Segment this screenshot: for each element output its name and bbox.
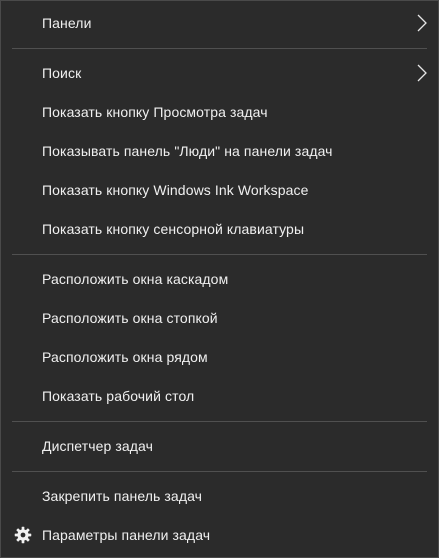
menu-item-label: Показать кнопку Windows Ink Workspace xyxy=(42,182,309,198)
menu-item-label: Расположить окна каскадом xyxy=(42,271,229,287)
menu-item-taskbar-settings[interactable]: Параметры панели задач xyxy=(1,516,438,554)
menu-item-label: Расположить окна стопкой xyxy=(42,310,218,326)
menu-item-label: Закрепить панель задач xyxy=(42,488,203,504)
menu-item-label: Панели xyxy=(42,15,92,31)
menu-item-label: Показать кнопку Просмотра задач xyxy=(42,104,268,120)
menu-item-lock-taskbar[interactable]: Закрепить панель задач xyxy=(1,477,438,515)
menu-item-toolbars[interactable]: Панели xyxy=(1,4,438,42)
menu-separator xyxy=(12,254,427,255)
menu-item-label: Диспетчер задач xyxy=(42,438,154,454)
menu-item-label: Показывать панель "Люди" на панели задач xyxy=(42,143,333,159)
menu-item-label: Показать кнопку сенсорной клавиатуры xyxy=(42,221,305,237)
menu-separator xyxy=(12,421,427,422)
menu-item-show-people[interactable]: Показывать панель "Люди" на панели задач xyxy=(1,132,438,170)
chevron-right-icon xyxy=(417,64,427,82)
menu-item-show-touch-keyboard[interactable]: Показать кнопку сенсорной клавиатуры xyxy=(1,210,438,248)
menu-item-label: Показать рабочий стол xyxy=(42,388,195,404)
menu-item-search[interactable]: Поиск xyxy=(1,54,438,92)
chevron-right-icon xyxy=(417,14,427,32)
menu-separator xyxy=(12,48,427,49)
menu-item-cascade-windows[interactable]: Расположить окна каскадом xyxy=(1,260,438,298)
menu-item-task-manager[interactable]: Диспетчер задач xyxy=(1,427,438,465)
menu-item-stack-windows[interactable]: Расположить окна стопкой xyxy=(1,299,438,337)
menu-item-label: Параметры панели задач xyxy=(42,527,211,543)
menu-separator xyxy=(12,471,427,472)
menu-item-label: Расположить окна рядом xyxy=(42,349,208,365)
menu-item-side-by-side-windows[interactable]: Расположить окна рядом xyxy=(1,338,438,376)
menu-item-show-ink-workspace[interactable]: Показать кнопку Windows Ink Workspace xyxy=(1,171,438,209)
taskbar-context-menu: Панели Поиск Показать кнопку Просмотра з… xyxy=(0,0,439,558)
menu-item-show-task-view[interactable]: Показать кнопку Просмотра задач xyxy=(1,93,438,131)
menu-item-label: Поиск xyxy=(42,65,82,81)
menu-item-show-desktop[interactable]: Показать рабочий стол xyxy=(1,377,438,415)
gear-icon xyxy=(14,526,32,544)
